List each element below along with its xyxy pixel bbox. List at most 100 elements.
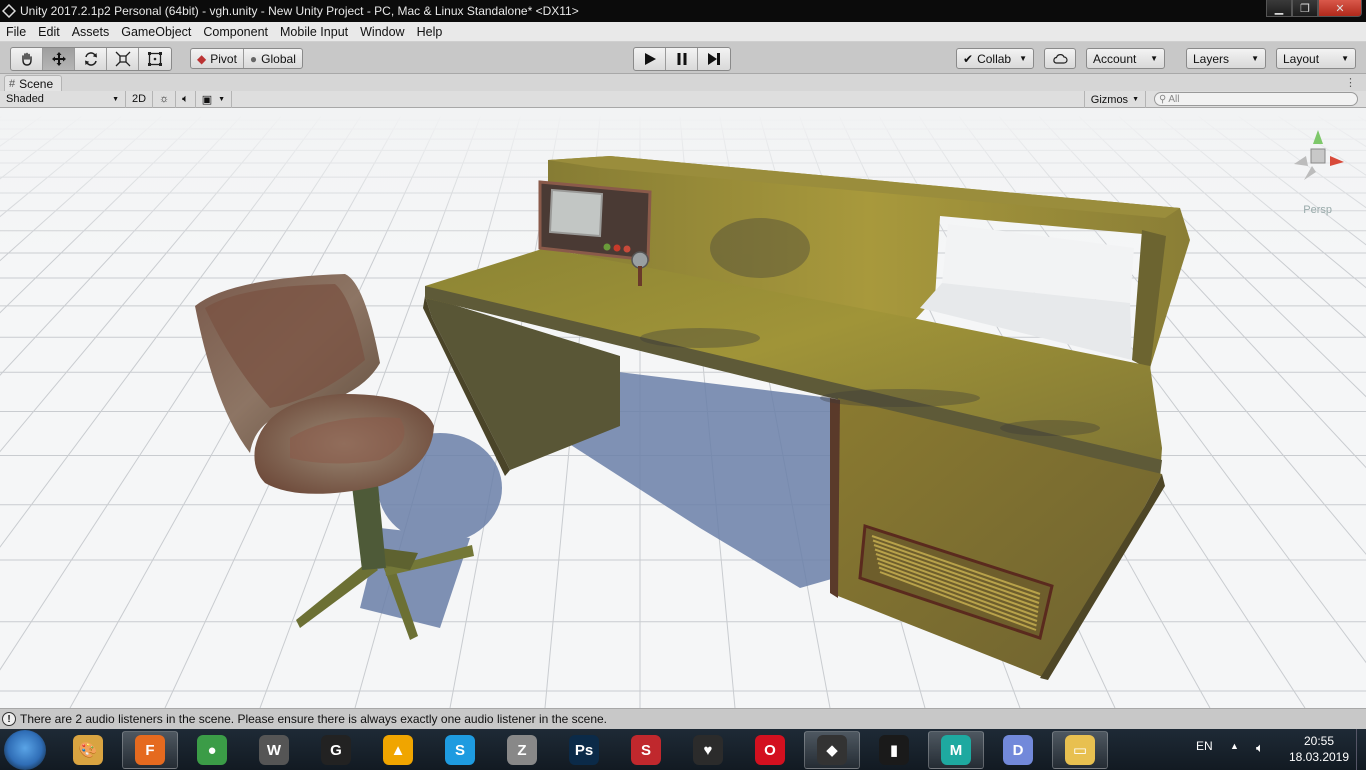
chrome-icon: ●	[197, 735, 227, 765]
chevron-down-icon: ▼	[218, 95, 226, 103]
menu-component[interactable]: Component	[197, 25, 274, 39]
lighting-toggle[interactable]: ☼	[153, 90, 177, 108]
tab-menu-icon[interactable]: ⋮	[1345, 76, 1356, 89]
taskbar-app-button[interactable]: ●	[184, 731, 240, 769]
taskbar-app-button[interactable]: ▲	[370, 731, 426, 769]
scene-render	[0, 108, 1366, 708]
menu-window[interactable]: Window	[354, 25, 410, 39]
rotate-tool-button[interactable]	[75, 48, 107, 70]
account-dropdown[interactable]: Account ▼	[1086, 48, 1165, 69]
move-tool-icon	[51, 52, 66, 66]
play-button[interactable]	[634, 48, 666, 70]
clock-time: 20:55	[1303, 734, 1335, 748]
main-toolbar: ◆ Pivot ● Global ✔ Collab ▼ Account ▼ Layers ▼…	[0, 42, 1366, 74]
taskbar-app-button[interactable]: S	[618, 731, 674, 769]
camera-projection-label[interactable]: Persp	[1303, 204, 1332, 216]
firefox-icon: F	[135, 735, 165, 765]
show-desktop-button[interactable]	[1356, 729, 1366, 770]
window-title: Unity 2017.2.1p2 Personal (64bit) - vgh.…	[20, 4, 579, 18]
minimize-icon: ▁	[1274, 2, 1284, 15]
menu-help[interactable]: Help	[411, 25, 449, 39]
taskbar-app-button[interactable]: O	[742, 731, 798, 769]
effects-dropdown[interactable]: ▣ ▼	[196, 90, 233, 108]
discord-icon: D	[1003, 735, 1033, 765]
chevron-down-icon: ▼	[112, 95, 119, 103]
minimize-button[interactable]: ▁	[1266, 0, 1292, 17]
scene-search-input[interactable]: ⚲ All	[1154, 92, 1358, 106]
step-button[interactable]	[698, 48, 730, 70]
taskbar-app-button[interactable]: S	[432, 731, 488, 769]
tab-scene[interactable]: # Scene	[4, 75, 63, 91]
menu-edit[interactable]: Edit	[32, 25, 66, 39]
pivot-button[interactable]: ◆ Pivot	[191, 49, 243, 68]
global-button[interactable]: ● Global	[242, 49, 302, 68]
gizmos-dropdown[interactable]: Gizmos ▼	[1083, 91, 1146, 108]
taskbar-app-button[interactable]: F	[122, 731, 178, 769]
search-placeholder: All	[1168, 93, 1180, 105]
paint-icon: 🎨	[73, 735, 103, 765]
pivot-label: Pivot	[210, 51, 237, 66]
menu-mobile-input[interactable]: Mobile Input	[274, 25, 354, 39]
collab-label: Collab	[977, 51, 1012, 66]
audio-toggle[interactable]: 🔈︎	[176, 90, 196, 108]
rotate-tool-icon	[84, 52, 97, 66]
taskbar: 🎨 F ● W G ▲ S Z Ps S ♥ O ◆ ▮ M D ▭ EN ▲ 🔈︎ 20:55 18.03.2…	[0, 729, 1366, 770]
language-indicator[interactable]: EN	[1196, 739, 1213, 753]
pause-icon	[677, 53, 686, 65]
taskbar-app-button[interactable]: D	[990, 731, 1046, 769]
maximize-button[interactable]: ❐	[1292, 0, 1318, 17]
taskbar-app-button[interactable]: Ps	[556, 731, 612, 769]
panel-green-light	[603, 243, 611, 251]
volume-icon[interactable]: 🔈︎	[1256, 740, 1264, 756]
close-button[interactable]: ✕	[1318, 0, 1362, 17]
menu-file[interactable]: File	[0, 25, 32, 39]
play-icon	[644, 53, 656, 65]
maya-icon: M	[941, 735, 971, 765]
cloud-button[interactable]	[1044, 48, 1076, 69]
taskbar-app-button[interactable]: G	[308, 731, 364, 769]
shading-mode-dropdown[interactable]: Shaded ▼	[0, 90, 126, 108]
close-icon: ✕	[1335, 2, 1345, 15]
gizmos-label: Gizmos	[1090, 93, 1129, 106]
restore-icon: ❐	[1300, 2, 1310, 15]
menu-gameobject[interactable]: GameObject	[115, 25, 197, 39]
taskbar-app-button[interactable]: ♥	[680, 731, 736, 769]
taskbar-app-button[interactable]: 🎨	[60, 731, 116, 769]
status-bar[interactable]: ! There are 2 audio listeners in the sce…	[0, 708, 1366, 729]
shading-mode-label: Shaded	[6, 93, 44, 105]
taskbar-app-button[interactable]: ◆	[804, 731, 860, 769]
grid-icon: #	[9, 77, 16, 90]
layers-dropdown[interactable]: Layers ▼	[1186, 48, 1266, 69]
pivot-global-toggle: ◆ Pivot ● Global	[190, 48, 303, 69]
move-tool-button[interactable]	[43, 48, 75, 70]
tray-expand-icon[interactable]: ▲	[1230, 741, 1239, 751]
collab-dropdown[interactable]: ✔ Collab ▼	[956, 48, 1035, 69]
taskbar-app-button[interactable]: M	[928, 731, 984, 769]
world-of-tanks-icon: W	[259, 735, 289, 765]
epic-games-icon: G	[321, 735, 351, 765]
menu-assets[interactable]: Assets	[66, 25, 116, 39]
panel-red-light-2	[623, 245, 631, 253]
pause-button[interactable]	[666, 48, 698, 70]
hand-tool-icon	[21, 52, 32, 66]
scale-tool-icon	[115, 51, 130, 67]
layout-dropdown[interactable]: Layout ▼	[1276, 48, 1356, 69]
global-label: Global	[261, 51, 296, 66]
taskbar-app-button[interactable]: ▭	[1052, 731, 1108, 769]
taskbar-app-button[interactable]: ▮	[866, 731, 922, 769]
zbrush-icon: Z	[507, 735, 537, 765]
taskbar-app-button[interactable]: W	[246, 731, 302, 769]
scale-tool-button[interactable]	[107, 48, 139, 70]
hand-tool-button[interactable]	[11, 48, 43, 70]
start-button[interactable]	[4, 730, 46, 770]
taskbar-app-button[interactable]: Z	[494, 731, 550, 769]
unity-icon: ◆	[817, 735, 847, 765]
scene-viewport[interactable]: Persp	[0, 108, 1366, 708]
opera-icon: O	[755, 735, 785, 765]
rect-tool-button[interactable]	[139, 48, 171, 70]
2d-toggle[interactable]: 2D	[126, 90, 154, 108]
gizmo-center[interactable]	[1310, 148, 1326, 164]
clock[interactable]: 20:55 18.03.2019	[1286, 733, 1352, 765]
search-icon: ⚲	[1159, 93, 1167, 105]
chevron-down-icon: ▼	[1251, 54, 1259, 63]
